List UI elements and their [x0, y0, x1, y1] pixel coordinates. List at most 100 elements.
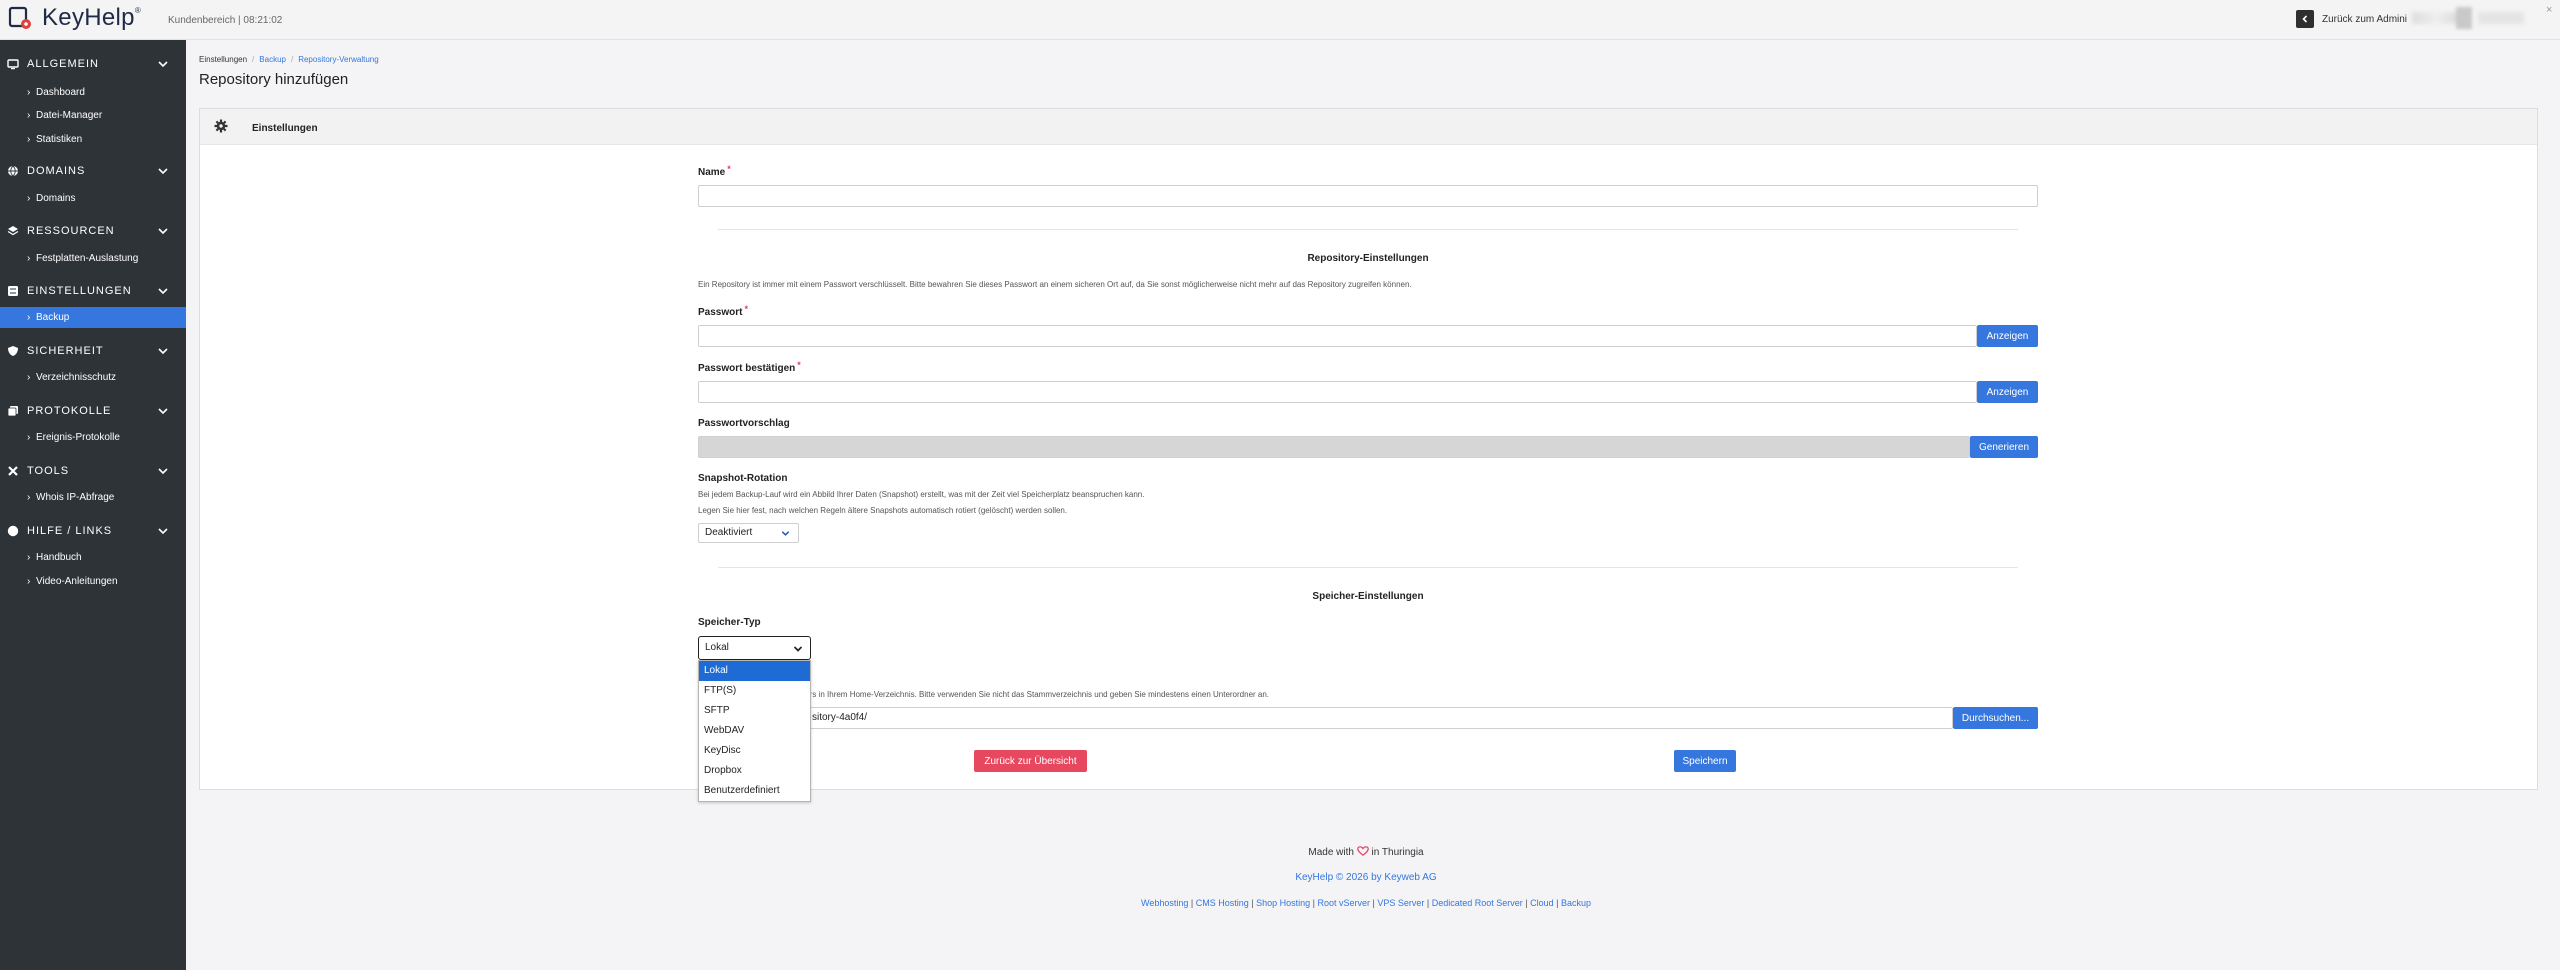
- avatar[interactable]: [2456, 7, 2472, 29]
- path-input[interactable]: sitory-4a0f4/: [698, 707, 1953, 729]
- divider: [718, 229, 2018, 230]
- gear-icon: [214, 119, 228, 133]
- option-dropbox[interactable]: Dropbox: [699, 761, 810, 781]
- sidebar-item-verzeichnisschutz[interactable]: › Verzeichnisschutz: [0, 367, 186, 387]
- footer-link-shop-hosting[interactable]: Shop Hosting: [1256, 898, 1310, 908]
- sidebar-section-einstellungen[interactable]: EINSTELLUNGEN: [0, 280, 186, 302]
- monitor-icon: [7, 58, 19, 70]
- chevron-right-icon: ›: [27, 252, 31, 264]
- option-lokal[interactable]: Lokal: [699, 661, 810, 681]
- close-icon[interactable]: ×: [2546, 4, 2552, 16]
- sidebar-section-tools[interactable]: TOOLS: [0, 460, 186, 482]
- sidebar-item-datei-manager[interactable]: › Datei-Manager: [0, 105, 186, 125]
- redacted-username: [2412, 12, 2462, 24]
- sliders-icon: [7, 285, 19, 297]
- snapshot-rotation-select[interactable]: Deaktiviert: [698, 523, 799, 543]
- password-confirm-input[interactable]: [698, 381, 1977, 403]
- customer-area-info: Kundenbereich | 08:21:02: [168, 15, 283, 26]
- name-input[interactable]: [698, 185, 2038, 207]
- divider: [718, 567, 2018, 568]
- sidebar-item-backup[interactable]: › Backup: [0, 307, 186, 328]
- top-bar: KeyHelp® Kundenbereich | 08:21:02 Zurück…: [0, 0, 2560, 40]
- sidebar-item-dashboard[interactable]: › Dashboard: [0, 82, 186, 102]
- password-input[interactable]: [698, 325, 1977, 347]
- keyhelp-logo-icon: [8, 6, 31, 29]
- sidebar-section-label: TOOLS: [27, 465, 70, 477]
- storage-type-label: Speicher-Typ: [698, 617, 761, 628]
- breadcrumb-backup[interactable]: Backup: [259, 55, 286, 64]
- chevron-down-icon: [793, 646, 803, 652]
- back-to-admin-link[interactable]: Zurück zum Admini: [2296, 10, 2407, 28]
- shield-icon: [7, 345, 19, 357]
- breadcrumb-einstellungen[interactable]: Einstellungen: [199, 55, 247, 64]
- show-password-button[interactable]: Anzeigen: [1977, 325, 2038, 347]
- brand-name[interactable]: KeyHelp®: [42, 4, 141, 32]
- option-sftp[interactable]: SFTP: [699, 701, 810, 721]
- password-suggestion-input: [698, 436, 1970, 458]
- heart-icon: [1356, 846, 1369, 856]
- password-suggestion-label: Passwortvorschlag: [698, 418, 790, 429]
- repo-section-title: Repository-Einstellungen: [1307, 253, 1429, 264]
- sidebar: ALLGEMEIN › Dashboard › Datei-Manager › Sta…: [0, 40, 186, 970]
- sidebar-section-sicherheit[interactable]: SICHERHEIT: [0, 340, 186, 362]
- required-marker: *: [797, 360, 801, 370]
- required-marker: *: [744, 304, 748, 314]
- footer-made-with: Made with in Thuringia: [1308, 846, 1424, 858]
- storage-section-title: Speicher-Einstellungen: [1312, 591, 1424, 602]
- settings-card: Einstellungen Name * Repository-Einstellu…: [199, 108, 2538, 802]
- chevron-down-icon: [158, 468, 168, 475]
- sidebar-item-statistiken[interactable]: › Statistiken: [0, 129, 186, 149]
- info-icon: [7, 525, 19, 537]
- sidebar-item-festplatten-auslastung[interactable]: › Festplatten-Auslastung: [0, 248, 186, 268]
- sidebar-item-ereignis-protokolle[interactable]: › Ereignis-Protokolle: [0, 427, 186, 447]
- sidebar-section-label: ALLGEMEIN: [27, 58, 99, 70]
- show-password-confirm-button[interactable]: Anzeigen: [1977, 381, 2038, 403]
- footer-link-dedicated-root-server[interactable]: Dedicated Root Server: [1432, 898, 1523, 908]
- chevron-right-icon: ›: [27, 575, 31, 587]
- breadcrumb: Einstellungen / Backup / Repository-Verwaltu…: [199, 55, 379, 64]
- footer-link-vps-server[interactable]: VPS Server: [1377, 898, 1424, 908]
- sidebar-item-handbuch[interactable]: › Handbuch: [0, 547, 186, 567]
- snapshot-rotation-value: Deaktiviert: [705, 527, 753, 538]
- sidebar-section-hilfe[interactable]: HILFE / LINKS: [0, 520, 186, 542]
- chevron-right-icon: ›: [27, 133, 31, 145]
- sidebar-item-video-anleitungen[interactable]: › Video-Anleitungen: [0, 571, 186, 591]
- sidebar-section-domains[interactable]: DOMAINS: [0, 160, 186, 182]
- footer-link-webhosting[interactable]: Webhosting: [1141, 898, 1188, 908]
- globe-icon: [7, 165, 19, 177]
- footer-link-root-vserver[interactable]: Root vServer: [1317, 898, 1370, 908]
- layers-icon: [7, 225, 19, 237]
- sidebar-section-label: DOMAINS: [27, 165, 86, 177]
- chevron-down-icon: [158, 288, 168, 295]
- option-keydisc[interactable]: KeyDisc: [699, 741, 810, 761]
- option-benutzerdefiniert[interactable]: Benutzerdefiniert: [699, 781, 810, 801]
- sidebar-item-domains[interactable]: › Domains: [0, 188, 186, 208]
- chevron-right-icon: ›: [27, 371, 31, 383]
- chevron-down-icon: [158, 61, 168, 68]
- sidebar-section-allgemein[interactable]: ALLGEMEIN: [0, 53, 186, 75]
- chevron-right-icon: ›: [27, 491, 31, 503]
- footer-link-cloud[interactable]: Cloud: [1530, 898, 1554, 908]
- generate-password-button[interactable]: Generieren: [1970, 436, 2038, 458]
- option-webdav[interactable]: WebDAV: [699, 721, 810, 741]
- browse-button[interactable]: Durchsuchen...: [1953, 707, 2038, 729]
- chevron-right-icon: ›: [27, 109, 31, 121]
- sidebar-item-whois[interactable]: › Whois IP-Abfrage: [0, 487, 186, 507]
- chevron-down-icon: [158, 228, 168, 235]
- save-button[interactable]: Speichern: [1674, 750, 1736, 772]
- option-ftps[interactable]: FTP(S): [699, 681, 810, 701]
- back-to-overview-button[interactable]: Zurück zur Übersicht: [974, 750, 1087, 772]
- storage-type-select[interactable]: Lokal: [698, 636, 811, 660]
- sidebar-section-ressourcen[interactable]: RESSOURCEN: [0, 220, 186, 242]
- snapshot-rotation-label: Snapshot-Rotation: [698, 473, 788, 484]
- chevron-right-icon: ›: [27, 312, 31, 323]
- breadcrumb-repository-verwaltung[interactable]: Repository-Verwaltung: [298, 55, 378, 64]
- chevron-right-icon: ›: [27, 431, 31, 443]
- sidebar-section-protokolle[interactable]: PROTOKOLLE: [0, 400, 186, 422]
- sidebar-section-label: HILFE / LINKS: [27, 525, 113, 537]
- footer-link-backup[interactable]: Backup: [1561, 898, 1591, 908]
- required-marker: *: [727, 164, 731, 174]
- footer-copyright-link[interactable]: KeyHelp © 2026 by Keyweb AG: [1295, 872, 1436, 883]
- logs-icon: [7, 405, 19, 417]
- footer-link-cms-hosting[interactable]: CMS Hosting: [1196, 898, 1249, 908]
